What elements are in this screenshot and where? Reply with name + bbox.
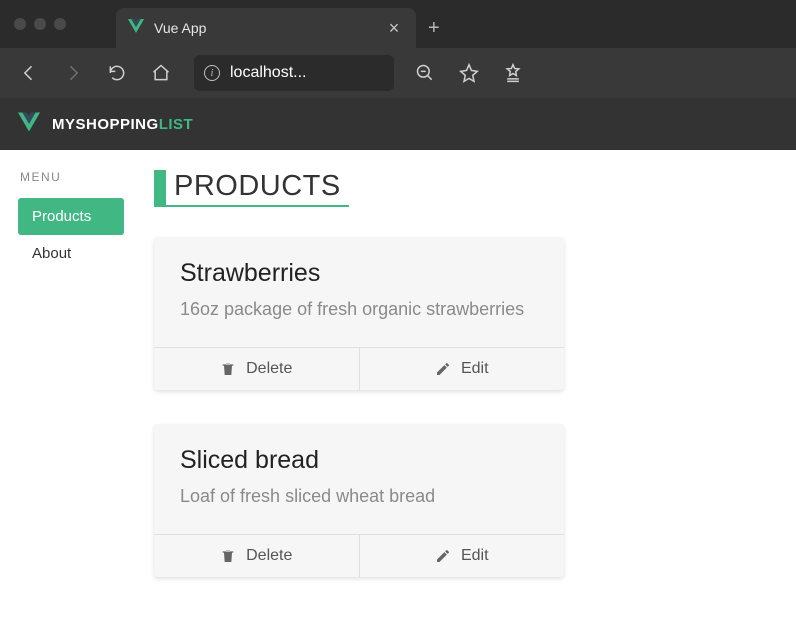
edit-label: Edit	[461, 547, 489, 565]
menu-heading: MENU	[18, 170, 124, 184]
card-body: Sliced bread Loaf of fresh sliced wheat …	[154, 424, 564, 534]
sidebar-item-about[interactable]: About	[18, 235, 124, 272]
tab-title: Vue App	[154, 20, 374, 36]
product-description: Loaf of fresh sliced wheat bread	[180, 483, 538, 510]
edit-button[interactable]: Edit	[360, 348, 565, 390]
brand-part-my: MY	[52, 116, 76, 133]
product-card: Strawberries 16oz package of fresh organ…	[154, 237, 564, 390]
edit-label: Edit	[461, 360, 489, 378]
sidebar-item-products[interactable]: Products	[18, 198, 124, 235]
home-button[interactable]	[142, 55, 180, 91]
window-controls	[14, 18, 66, 30]
trash-icon	[220, 361, 236, 377]
back-button[interactable]	[10, 55, 48, 91]
card-body: Strawberries 16oz package of fresh organ…	[154, 237, 564, 347]
card-actions: Delete Edit	[154, 534, 564, 577]
delete-button[interactable]: Delete	[154, 348, 360, 390]
brand-part-shopping: SHOPPING	[76, 116, 159, 133]
favorite-button[interactable]	[450, 55, 488, 91]
app-logo-icon	[18, 111, 40, 138]
info-icon[interactable]: i	[204, 65, 220, 81]
card-actions: Delete Edit	[154, 347, 564, 390]
title-accent	[154, 170, 166, 205]
minimize-window-button[interactable]	[34, 18, 46, 30]
address-bar[interactable]: i localhost...	[194, 55, 394, 91]
brand-title: MYSHOPPINGLIST	[52, 116, 193, 133]
content: MENU Products About PRODUCTS Strawberrie…	[0, 150, 796, 631]
new-tab-button[interactable]: +	[428, 17, 440, 48]
product-name: Strawberries	[180, 259, 538, 288]
tab-strip: Vue App × +	[116, 0, 440, 48]
close-window-button[interactable]	[14, 18, 26, 30]
product-card: Sliced bread Loaf of fresh sliced wheat …	[154, 424, 564, 577]
product-description: 16oz package of fresh organic strawberri…	[180, 296, 538, 323]
trash-icon	[220, 548, 236, 564]
zoom-button[interactable]	[406, 55, 444, 91]
vue-icon	[128, 18, 144, 39]
page-title: PRODUCTS	[166, 170, 349, 205]
sidebar: MENU Products About	[18, 170, 124, 611]
edit-button[interactable]: Edit	[360, 535, 565, 577]
forward-button[interactable]	[54, 55, 92, 91]
reload-button[interactable]	[98, 55, 136, 91]
favorites-list-button[interactable]	[494, 55, 532, 91]
browser-chrome: Vue App × + i localhost...	[0, 0, 796, 98]
titlebar: Vue App × +	[0, 0, 796, 48]
delete-label: Delete	[246, 547, 292, 565]
page-title-wrap: PRODUCTS	[154, 170, 349, 207]
browser-toolbar: i localhost...	[0, 48, 796, 98]
edit-icon	[435, 548, 451, 564]
browser-tab[interactable]: Vue App ×	[116, 8, 416, 48]
brand-part-list: LIST	[159, 116, 194, 133]
delete-label: Delete	[246, 360, 292, 378]
maximize-window-button[interactable]	[54, 18, 66, 30]
url-text: localhost...	[230, 64, 384, 82]
product-name: Sliced bread	[180, 446, 538, 475]
edit-icon	[435, 361, 451, 377]
delete-button[interactable]: Delete	[154, 535, 360, 577]
app-header: MYSHOPPINGLIST	[0, 98, 796, 150]
close-tab-icon[interactable]: ×	[384, 19, 404, 37]
main: PRODUCTS Strawberries 16oz package of fr…	[154, 170, 778, 611]
